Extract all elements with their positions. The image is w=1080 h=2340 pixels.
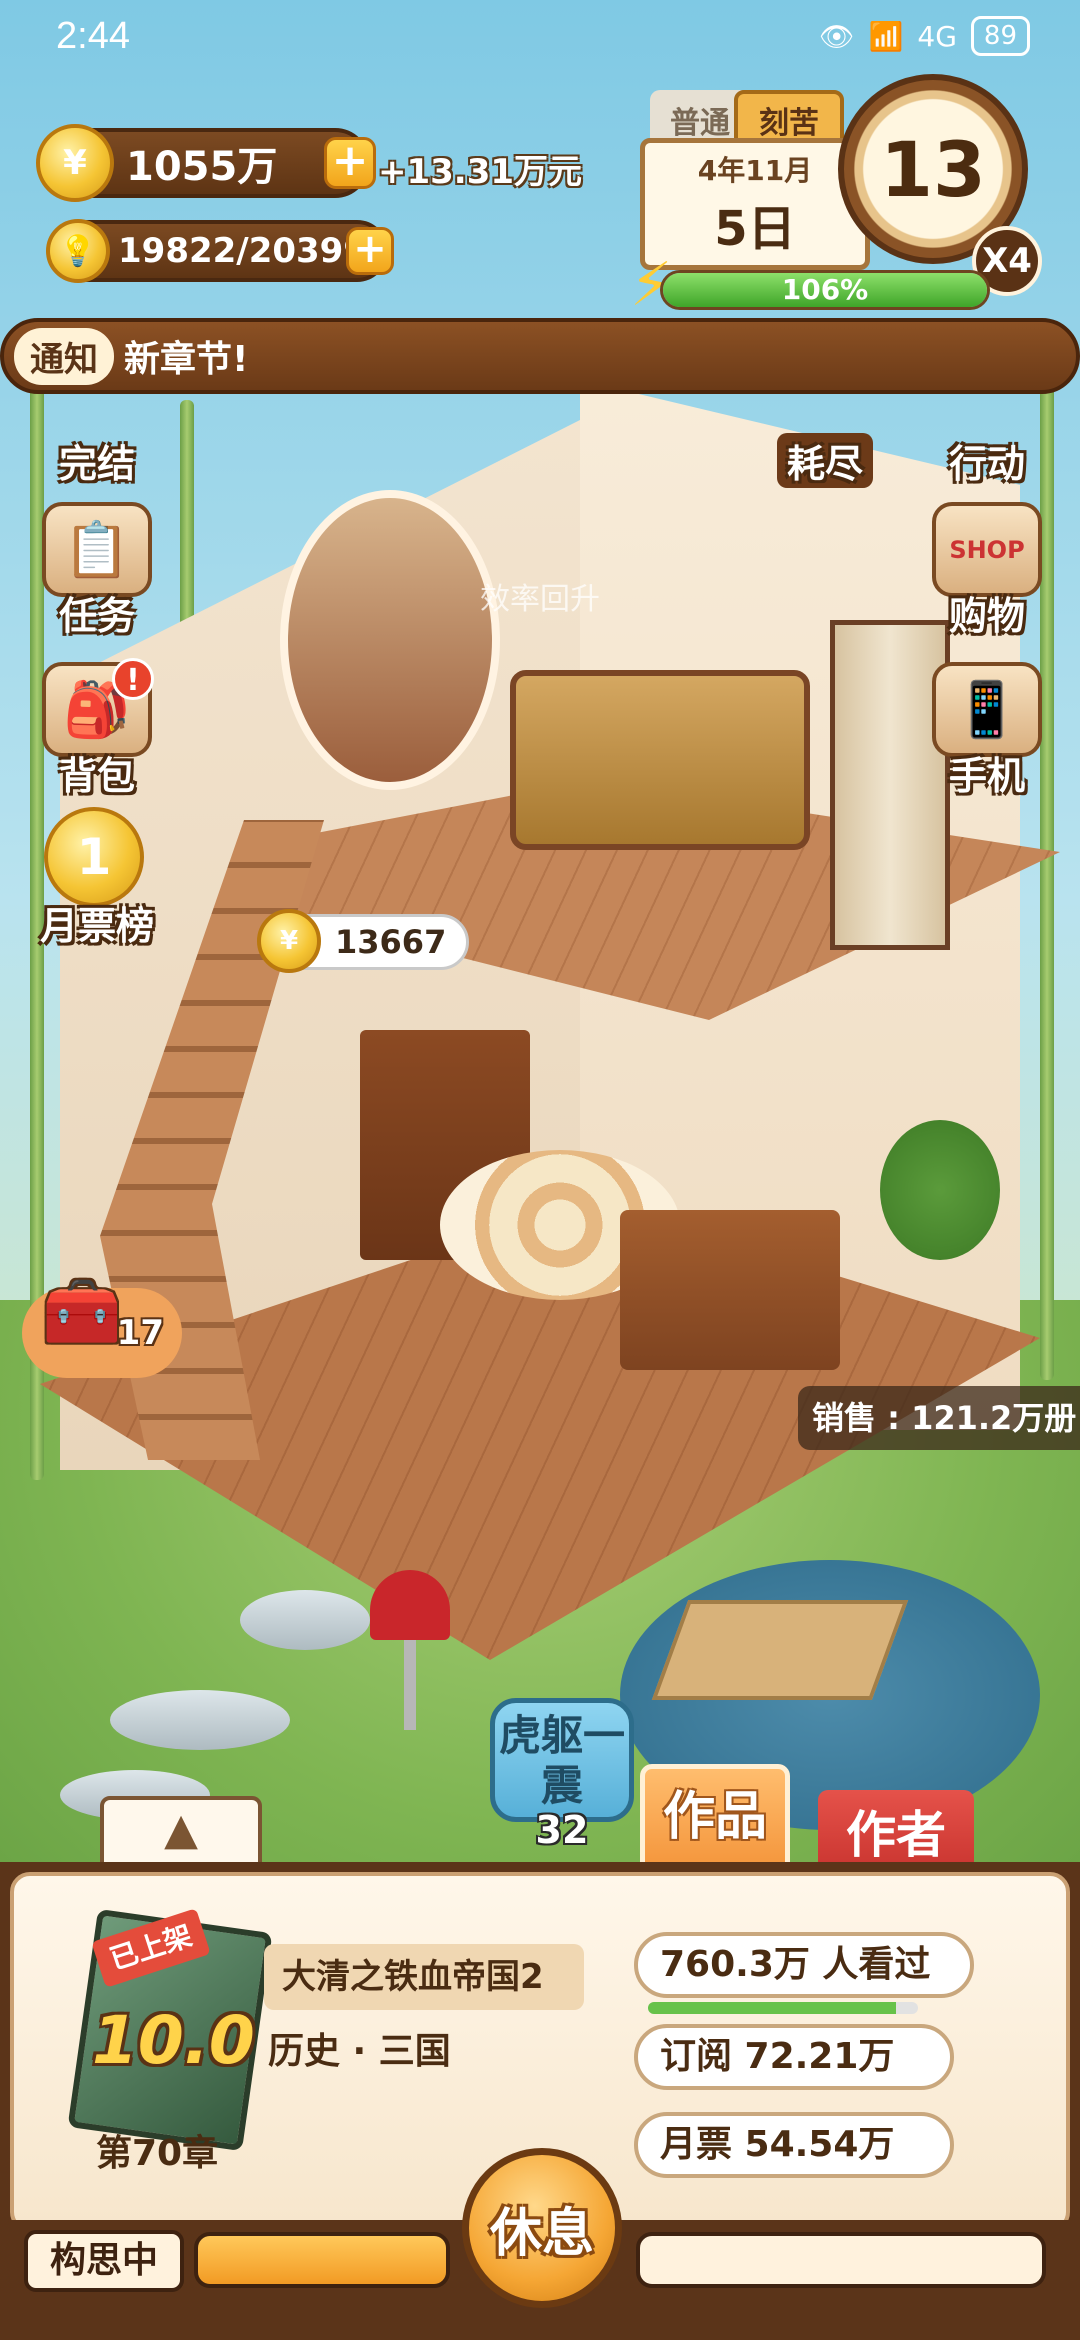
- income-rate: +13.31万元: [378, 152, 583, 192]
- menu-ticket-ranking-label: 月票榜: [39, 904, 154, 948]
- inspiration-pill: 💡 19822/20399 +: [46, 219, 394, 283]
- monthly-tickets-stat: 月票 54.54万: [634, 2112, 954, 2178]
- energy-bar: 106%: [660, 270, 990, 310]
- chevron-up-icon: ▲: [164, 1804, 198, 1855]
- menu-action[interactable]: 行动: [912, 380, 1062, 488]
- book-score: 10.0: [92, 2002, 255, 2079]
- chest-count: 17: [116, 1313, 164, 1353]
- menu-finish[interactable]: 完结: [22, 388, 172, 488]
- menu-ticket-ranking[interactable]: 1 月票榜: [22, 800, 172, 950]
- alert-badge: !: [112, 658, 154, 700]
- eye-icon: 👁: [818, 19, 855, 53]
- status-time: 2:44: [56, 14, 130, 57]
- sales-label: 销售 : 121.2万册: [798, 1386, 1080, 1450]
- readers-stat: 760.3万 人看过: [634, 1932, 974, 1998]
- calendar-day: 5日: [714, 201, 796, 257]
- menu-shop-label: 购物: [948, 594, 1025, 638]
- round-window: [280, 490, 500, 790]
- lightbulb-icon: 💡: [46, 219, 110, 283]
- phone-icon: 📱: [932, 662, 1042, 757]
- coin-icon: ¥: [36, 124, 114, 202]
- shop-sign: SHOP: [949, 535, 1025, 564]
- stepping-stone: [110, 1690, 290, 1750]
- skill-button[interactable]: 虎躯一震: [490, 1698, 634, 1822]
- subscriptions-stat: 订阅 72.21万: [634, 2024, 954, 2090]
- calendar-month: 4年11月: [697, 154, 813, 187]
- efficiency-popup: 效率回升: [480, 582, 600, 617]
- writing-desk[interactable]: [620, 1210, 840, 1370]
- add-inspiration-button[interactable]: +: [346, 227, 394, 275]
- rest-button[interactable]: 休息: [462, 2148, 622, 2308]
- menu-action-label: 行动: [948, 442, 1025, 486]
- bed[interactable]: [510, 670, 810, 850]
- treasure-chest-button[interactable]: 🧰 17: [22, 1275, 182, 1378]
- coin-icon: ¥: [257, 909, 321, 973]
- menu-phone-label: 手机: [948, 754, 1025, 798]
- menu-tasks-label: 任务: [58, 594, 135, 638]
- money-pill: ¥ 1055万 +: [36, 124, 376, 202]
- add-money-button[interactable]: +: [324, 137, 376, 189]
- inspiration-value: 19822/20399: [118, 231, 367, 271]
- house-cutaway: [40, 380, 1060, 1660]
- readers-bar: [648, 2002, 918, 2014]
- skill-count: 32: [535, 1808, 589, 1852]
- book-genre: 历史 · 三国: [268, 2031, 451, 2072]
- readers-fill: [648, 2002, 897, 2014]
- book-chapter: 第70章: [96, 2133, 219, 2174]
- menu-bag[interactable]: 🎒 背包 !: [22, 650, 172, 800]
- stepping-stone: [240, 1590, 370, 1650]
- mailbox-post: [404, 1640, 416, 1730]
- treasure-chest-icon: 🧰: [42, 1275, 122, 1349]
- menu-shop[interactable]: SHOP 购物: [912, 490, 1062, 640]
- menu-exhaust-label: 耗尽: [776, 433, 873, 488]
- status-bar: 2:44 👁 📶 4G 89: [0, 0, 1080, 72]
- thinking-label: 构思中: [24, 2230, 184, 2292]
- ticket-coin-number: 1: [76, 828, 112, 886]
- notice-tag: 通知: [14, 327, 114, 385]
- shop-icon: SHOP: [932, 502, 1042, 597]
- battery-icon: 89: [970, 16, 1030, 56]
- writing-progress: [636, 2232, 1046, 2288]
- ticket-coin-icon: 1: [44, 807, 144, 907]
- status-icons: 👁 📶 4G 89: [819, 16, 1030, 56]
- thinking-progress-fill: [198, 2236, 446, 2284]
- coin-bubble[interactable]: ¥ 13667: [257, 909, 470, 973]
- book-title: 大清之铁血帝国2: [264, 1944, 584, 2010]
- energy-percent: 106%: [781, 273, 869, 306]
- coin-bubble-value: 13667: [335, 923, 447, 961]
- tab-works[interactable]: 作品: [640, 1764, 790, 1874]
- collapse-panel-button[interactable]: ▲: [100, 1796, 262, 1868]
- wifi-icon: 📶: [868, 19, 904, 53]
- clipboard-icon: 📋: [42, 502, 152, 597]
- menu-bag-label: 背包: [58, 754, 135, 798]
- menu-finish-label: 完结: [58, 442, 135, 486]
- network-label: 4G: [917, 19, 957, 53]
- money-value: 1055万: [126, 144, 278, 190]
- wooden-bridge: [651, 1600, 909, 1700]
- clock-value: 13: [880, 124, 986, 214]
- mailbox[interactable]: [370, 1570, 450, 1640]
- notice-message: 新章节!: [124, 339, 249, 380]
- thinking-progress: [194, 2232, 450, 2288]
- menu-tasks[interactable]: 📋 任务: [22, 490, 172, 640]
- menu-exhaust[interactable]: 耗尽: [750, 380, 900, 488]
- potted-plant: [880, 1120, 1000, 1260]
- menu-phone[interactable]: 📱 手机: [912, 650, 1062, 800]
